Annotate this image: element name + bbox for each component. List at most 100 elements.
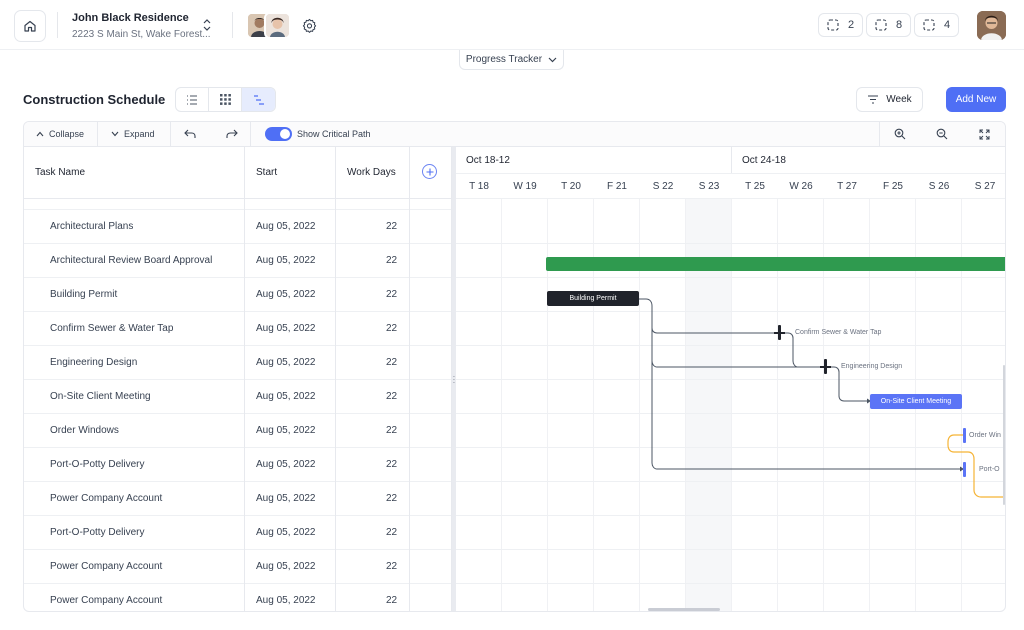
selection-box-icon [875,19,887,31]
redo-button[interactable] [226,122,238,146]
divider [879,122,880,146]
day-header: T 20 [561,180,581,192]
milestone-marker [774,332,785,334]
table-row[interactable]: Order Windows Aug 05, 2022 22 [24,414,451,448]
table-row[interactable]: Power Company Account Aug 05, 2022 22 [24,550,451,584]
task-work-days: 22 [386,357,398,368]
home-icon [24,20,36,32]
column-start[interactable]: Start [256,147,277,198]
link-permit-sewer [639,298,776,334]
selection-box-icon [827,19,839,31]
milestone-marker[interactable] [963,428,966,443]
table-row[interactable]: On-Site Client Meeting Aug 05, 2022 22 [24,380,451,414]
expand-arrows-icon [979,129,990,139]
progress-tracker-dropdown[interactable]: Progress Tracker [459,50,564,70]
task-bar-building-permit[interactable]: Building Permit [547,291,639,306]
column-work-days[interactable]: Work Days [347,147,396,198]
task-work-days: 22 [386,323,398,334]
collapse-button[interactable]: Collapse [36,122,84,146]
chevron-down-icon [111,131,119,137]
add-new-button[interactable]: Add New [946,87,1006,112]
grid-icon [219,94,231,105]
zoom-out-icon [936,128,948,140]
schedule-toolbar: Collapse Expand Show Critical Path [24,122,1005,147]
table-row[interactable]: Power Company Account Aug 05, 2022 22 [24,584,451,611]
divider [97,122,98,146]
table-row[interactable]: Architectural Plans Aug 05, 2022 22 [24,210,451,244]
table-row[interactable]: Port-O-Potty Delivery Aug 05, 2022 22 [24,516,451,550]
task-work-days: 22 [386,595,398,606]
settings-button[interactable] [298,14,320,36]
task-name: Port-O-Potty Delivery [50,459,145,470]
task-work-days: 22 [386,459,398,470]
horizontal-scrollbar[interactable] [648,608,720,611]
task-work-days: 22 [386,493,398,504]
user-avatar[interactable] [977,11,1006,40]
task-name: Confirm Sewer & Water Tap [50,323,174,334]
task-start: Aug 05, 2022 [256,425,316,436]
page-title: Construction Schedule [23,92,166,107]
gantt-view-button[interactable] [242,88,275,111]
week-filter-button[interactable]: Week [856,87,923,112]
day-header: T 18 [469,180,489,192]
count-chip-3[interactable]: 4 [914,13,960,37]
link-permit-portopotty [651,361,960,470]
undo-icon [184,129,196,138]
filter-icon [868,95,879,104]
task-work-days: 22 [386,289,398,300]
table-row[interactable]: Building Permit Aug 05, 2022 22 [24,278,451,312]
zoom-in-button[interactable] [894,122,906,146]
count-chip-1[interactable]: 2 [818,13,864,37]
project-info[interactable]: John Black Residence 2223 S Main St, Wak… [72,12,211,40]
task-name: Architectural Review Board Approval [50,255,213,266]
task-work-days: 22 [386,527,398,538]
task-work-days: 22 [386,221,398,232]
progress-bar-architectural-review[interactable] [546,257,1005,271]
table-row[interactable]: Architectural Review Board Approval Aug 0… [24,244,451,278]
vertical-scrollbar[interactable] [1003,365,1005,505]
home-button[interactable] [14,10,46,42]
critical-path-label: Show Critical Path [297,129,371,139]
week-label: Week [886,94,912,105]
milestone-marker[interactable] [963,462,966,477]
table-row[interactable]: Power Company Account Aug 05, 2022 22 [24,482,451,516]
table-row[interactable]: Confirm Sewer & Water Tap Aug 05, 2022 22 [24,312,451,346]
task-name: Power Company Account [50,493,163,504]
count-chip-2[interactable]: 8 [866,13,912,37]
list-view-button[interactable] [176,88,209,111]
toggle-switch[interactable] [265,127,292,141]
selection-box-icon [923,19,935,31]
critical-path-toggle[interactable]: Show Critical Path [265,122,371,146]
task-name: On-Site Client Meeting [50,391,151,402]
task-work-days: 22 [386,255,398,266]
task-name: Port-O-Potty Delivery [50,527,145,538]
divider [170,122,171,146]
task-start: Aug 05, 2022 [256,493,316,504]
task-start: Aug 05, 2022 [256,391,316,402]
grid-view-button[interactable] [209,88,242,111]
expand-button[interactable]: Expand [111,122,155,146]
project-switch-button[interactable] [200,16,214,34]
team-avatars[interactable] [246,12,292,40]
day-header: F 25 [882,180,903,192]
undo-button[interactable] [184,122,196,146]
link-sewer-engineering [783,332,822,368]
bar-label-confirm-sewer: Confirm Sewer & Water Tap [795,329,882,336]
fullscreen-button[interactable] [979,122,990,146]
zoom-out-button[interactable] [936,122,948,146]
column-task-name[interactable]: Task Name [35,147,85,198]
task-work-days: 22 [386,561,398,572]
schedule-panel: Collapse Expand Show Critical Path Task … [23,121,1006,612]
divider [335,147,336,611]
dependency-links [639,298,1005,498]
task-name: Engineering Design [50,357,138,368]
table-row[interactable]: Engineering Design Aug 05, 2022 22 [24,346,451,380]
divider [244,147,245,611]
task-bar-client-meeting[interactable]: On-Site Client Meeting [870,394,962,409]
day-header: W 19 [513,180,537,192]
add-column-button[interactable] [422,164,437,179]
expand-label: Expand [124,129,155,139]
table-row[interactable]: Port-O-Potty Delivery Aug 05, 2022 22 [24,448,451,482]
day-header: S 23 [698,180,720,192]
task-start: Aug 05, 2022 [256,323,316,334]
